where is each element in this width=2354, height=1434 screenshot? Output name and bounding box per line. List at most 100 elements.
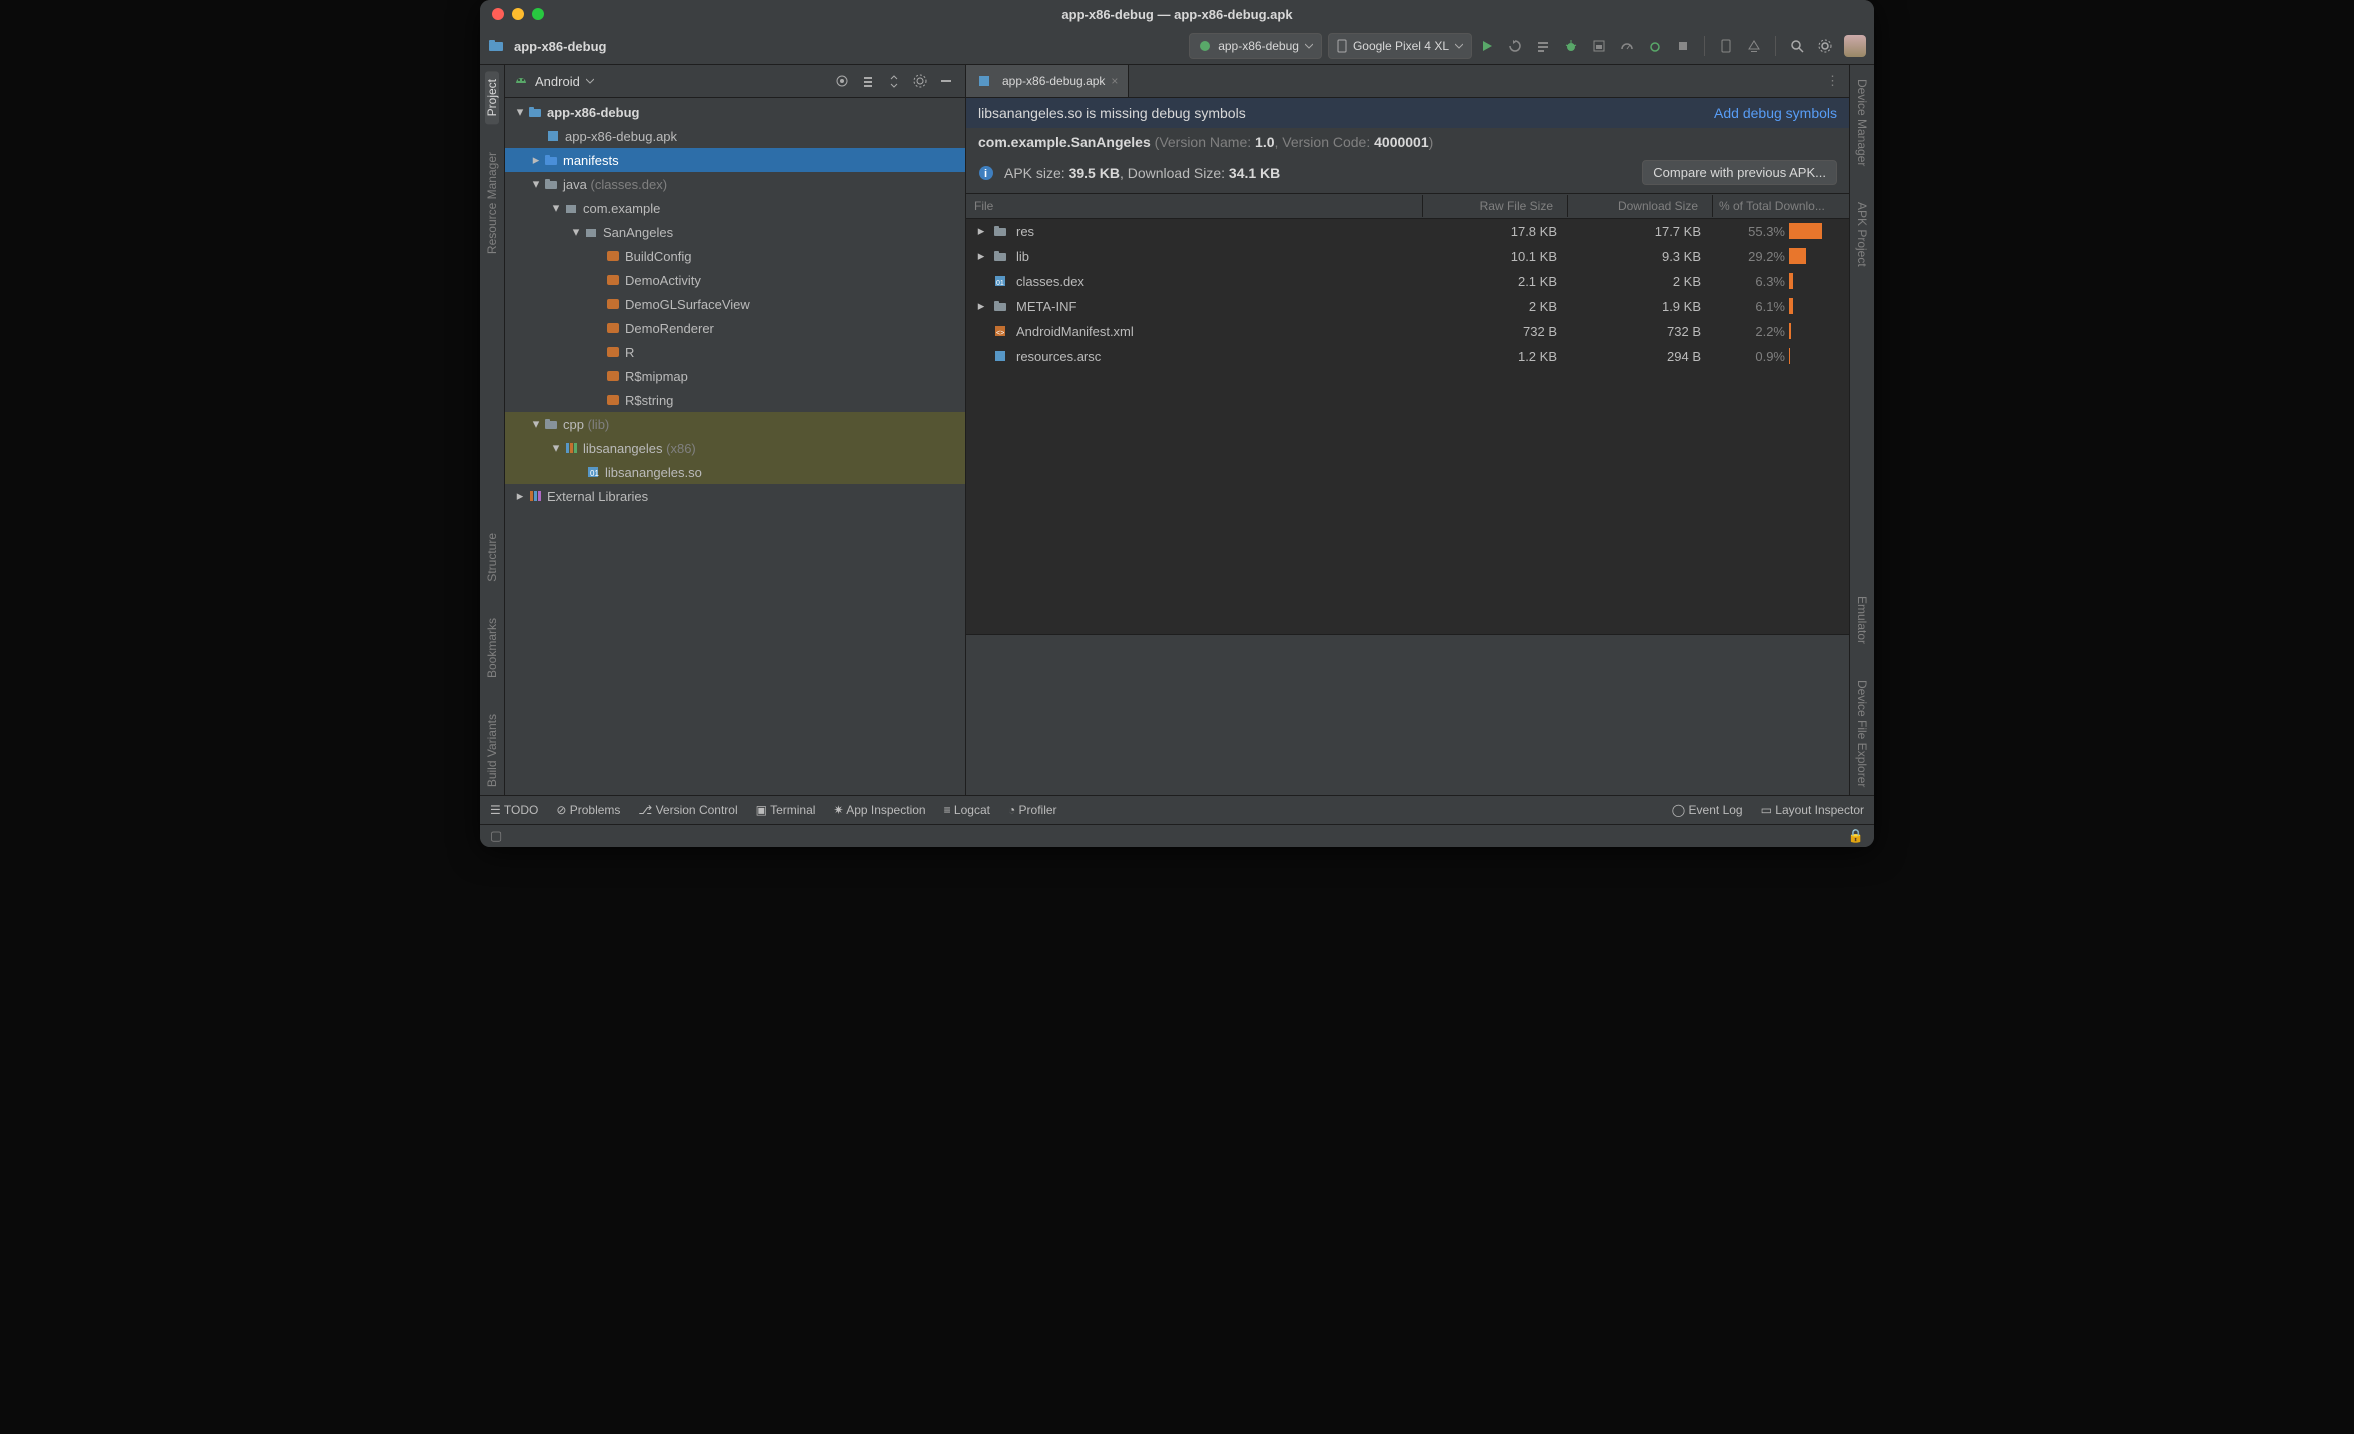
tool-app-inspection[interactable]: ✷ App Inspection: [833, 803, 925, 817]
chevron-down-icon: ▾: [529, 176, 543, 192]
tree-class[interactable]: DemoGLSurfaceView: [505, 292, 965, 316]
attach-debugger-button[interactable]: [1646, 37, 1664, 55]
folder-icon: [543, 416, 559, 432]
tree-manifests[interactable]: ▸ manifests: [505, 148, 965, 172]
coverage-button[interactable]: [1590, 37, 1608, 55]
editor-tabs-menu[interactable]: ⋮: [1816, 65, 1849, 97]
user-avatar[interactable]: [1844, 35, 1866, 57]
status-tool-windows-button[interactable]: ▢: [490, 828, 502, 844]
tool-layout-inspector[interactable]: ▭ Layout Inspector: [1761, 803, 1864, 817]
minimize-window-button[interactable]: [512, 8, 524, 20]
right-tool-gutter: Device Manager APK Project Emulator Devi…: [1849, 65, 1874, 795]
table-row[interactable]: 01classes.dex2.1 KB2 KB6.3%: [966, 269, 1849, 294]
close-tab-button[interactable]: ×: [1111, 74, 1118, 88]
tree-root[interactable]: ▾ app-x86-debug: [505, 100, 965, 124]
hide-panel-button[interactable]: [939, 74, 957, 88]
folder-icon: [992, 223, 1008, 239]
percent-bar: [1785, 348, 1849, 364]
collapse-all-button[interactable]: [887, 74, 905, 88]
table-row[interactable]: ▸META-INF2 KB1.9 KB6.1%: [966, 294, 1849, 319]
tree-package[interactable]: ▾ SanAngeles: [505, 220, 965, 244]
run-button[interactable]: [1478, 37, 1496, 55]
tool-event-log[interactable]: ◯ Event Log: [1672, 803, 1743, 817]
mac-traffic-lights: [480, 8, 544, 20]
table-row[interactable]: ▸lib10.1 KB9.3 KB29.2%: [966, 244, 1849, 269]
tool-logcat[interactable]: ≡ Logcat: [944, 803, 990, 817]
tree-class[interactable]: R$string: [505, 388, 965, 412]
tree-class[interactable]: DemoActivity: [505, 268, 965, 292]
tool-resource-manager[interactable]: Resource Manager: [485, 144, 499, 262]
panel-settings-button[interactable]: [913, 74, 931, 88]
tool-apk-project[interactable]: APK Project: [1855, 194, 1869, 275]
table-row[interactable]: <>AndroidManifest.xml732 B732 B2.2%: [966, 319, 1849, 344]
binary-icon: 01: [585, 464, 601, 480]
chevron-right-icon: ▸: [529, 152, 543, 168]
left-tool-gutter: Project Resource Manager Structure Bookm…: [480, 65, 505, 795]
sync-button[interactable]: [1717, 37, 1735, 55]
chevron-down-icon: ▾: [549, 440, 563, 456]
project-view-mode[interactable]: Android: [535, 74, 580, 89]
tool-vcs[interactable]: ⎇ Version Control: [638, 803, 737, 817]
tool-profiler[interactable]: ◔ Profiler: [1008, 803, 1057, 817]
folder-icon: [992, 248, 1008, 264]
titlebar: app-x86-debug — app-x86-debug.apk: [480, 0, 1874, 28]
close-window-button[interactable]: [492, 8, 504, 20]
warning-banner: libsanangeles.so is missing debug symbol…: [966, 98, 1849, 128]
search-button[interactable]: [1788, 37, 1806, 55]
apply-changes-button[interactable]: [1506, 37, 1524, 55]
table-row[interactable]: ▸res17.8 KB17.7 KB55.3%: [966, 219, 1849, 244]
tool-device-file-explorer[interactable]: Device File Explorer: [1855, 672, 1869, 795]
tool-structure[interactable]: Structure: [485, 525, 499, 590]
breadcrumb[interactable]: app-x86-debug: [488, 38, 606, 54]
tree-class[interactable]: R$mipmap: [505, 364, 965, 388]
device-selector[interactable]: Google Pixel 4 XL: [1328, 33, 1472, 59]
tree-so-file[interactable]: 01 libsanangeles.so: [505, 460, 965, 484]
tool-project[interactable]: Project: [485, 71, 499, 124]
tool-emulator[interactable]: Emulator: [1855, 588, 1869, 652]
tool-todo[interactable]: ☰ TODO: [490, 803, 538, 817]
compare-apk-button[interactable]: Compare with previous APK...: [1642, 160, 1837, 185]
tree-package[interactable]: ▾ com.example: [505, 196, 965, 220]
settings-button[interactable]: [1816, 37, 1834, 55]
profile-button[interactable]: [1618, 37, 1636, 55]
main-toolbar: app-x86-debug app-x86-debug Google Pixel…: [480, 28, 1874, 65]
tool-terminal[interactable]: ▣ Terminal: [756, 803, 816, 817]
project-tree[interactable]: ▾ app-x86-debug app-x86-debug.apk ▸ mani…: [505, 98, 965, 795]
folder-icon: [992, 298, 1008, 314]
select-opened-file-button[interactable]: [835, 74, 853, 88]
debug-button[interactable]: [1562, 37, 1580, 55]
tree-native-lib[interactable]: ▾ libsanangeles (x86): [505, 436, 965, 460]
tree-cpp[interactable]: ▾ cpp (lib): [505, 412, 965, 436]
apk-size-row: i APK size: 39.5 KB, Download Size: 34.1…: [966, 156, 1849, 194]
chevron-down-icon: [1305, 42, 1313, 50]
tree-class[interactable]: R: [505, 340, 965, 364]
package-icon: [563, 200, 579, 216]
project-panel-header: Android: [505, 65, 965, 98]
arsc-icon: [992, 348, 1008, 364]
xml-icon: <>: [992, 323, 1008, 339]
class-icon: [605, 248, 621, 264]
tree-external-libs[interactable]: ▸ External Libraries: [505, 484, 965, 508]
stop-button[interactable]: [1674, 37, 1692, 55]
download-size: 2 KB: [1571, 274, 1715, 289]
tool-device-manager[interactable]: Device Manager: [1855, 71, 1869, 174]
tool-problems[interactable]: ⊘ Problems: [556, 803, 620, 817]
run-config-selector[interactable]: app-x86-debug: [1189, 33, 1322, 59]
tree-apk[interactable]: app-x86-debug.apk: [505, 124, 965, 148]
expand-all-button[interactable]: [861, 74, 879, 88]
tree-class[interactable]: BuildConfig: [505, 244, 965, 268]
avd-manager-button[interactable]: [1745, 37, 1763, 55]
tree-java[interactable]: ▾ java (classes.dex): [505, 172, 965, 196]
status-lock-icon[interactable]: 🔒: [1848, 828, 1864, 844]
add-debug-symbols-link[interactable]: Add debug symbols: [1714, 105, 1837, 121]
editor-tab[interactable]: app-x86-debug.apk ×: [966, 65, 1129, 97]
tool-bookmarks[interactable]: Bookmarks: [485, 610, 499, 686]
tree-class[interactable]: DemoRenderer: [505, 316, 965, 340]
tool-build-variants[interactable]: Build Variants: [485, 706, 499, 795]
raw-size: 10.1 KB: [1427, 249, 1571, 264]
folder-icon: [488, 38, 504, 54]
zoom-window-button[interactable]: [532, 8, 544, 20]
svg-text:01: 01: [996, 280, 1004, 287]
apply-code-changes-button[interactable]: [1534, 37, 1552, 55]
table-row[interactable]: resources.arsc1.2 KB294 B0.9%: [966, 344, 1849, 369]
